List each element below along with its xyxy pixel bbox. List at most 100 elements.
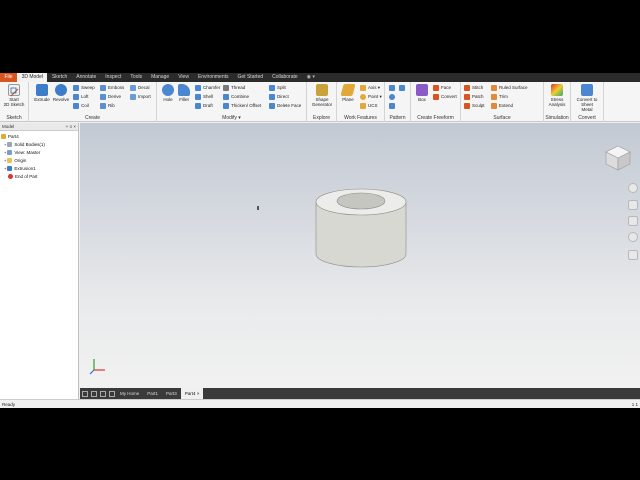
shell-button[interactable]: Shell (195, 92, 213, 101)
tab-3d-model[interactable]: 3D Model (17, 73, 48, 82)
ucs-button[interactable]: UCS (360, 101, 378, 110)
stress-analysis-button[interactable]: Stress Analysis (546, 84, 568, 107)
rib-icon (100, 102, 106, 109)
tile-icon[interactable] (81, 390, 88, 397)
direct-button[interactable]: Direct (269, 92, 289, 101)
doc-tab-my-home[interactable]: My Home (116, 388, 143, 399)
start-sketch-label: Start 2D Sketch (3, 97, 25, 107)
viewcube[interactable] (603, 143, 633, 173)
tab-tools[interactable]: Tools (126, 73, 147, 82)
delete-face-button[interactable]: Delete Face (269, 101, 301, 110)
extrude-icon (36, 84, 48, 96)
tree-item-view[interactable]: + View: Master (1, 148, 78, 156)
draft-button[interactable]: Draft (195, 101, 213, 110)
fillet-button[interactable]: Fillet (173, 84, 195, 102)
tab-environments[interactable]: Environments (193, 73, 233, 82)
tab-get-started[interactable]: Get Started (233, 73, 268, 82)
look-at-icon[interactable] (628, 250, 638, 260)
ucs-label: UCS (368, 103, 378, 108)
import-icon (130, 93, 136, 100)
expand-icon[interactable]: + (4, 142, 6, 147)
ribbon-options-icon[interactable]: ◉ ▾ (302, 73, 319, 82)
split-button[interactable]: Split (269, 83, 286, 92)
part-3d-model[interactable] (310, 188, 410, 273)
ribbon: Start 2D Sketch Sketch Extrude Revolve S… (0, 82, 640, 122)
tab-manage[interactable]: Manage (147, 73, 174, 82)
convert-freeform-button[interactable]: Convert (433, 92, 457, 101)
mirror-button[interactable] (399, 83, 407, 92)
circular-pattern-button[interactable] (389, 92, 397, 101)
tab-sketch[interactable]: Sketch (47, 73, 71, 82)
thread-icon (223, 84, 229, 91)
expand-icon[interactable]: + (4, 158, 6, 163)
direct-label: Direct (277, 94, 289, 99)
thread-button[interactable]: Thread (223, 83, 245, 92)
tree-item-label: End of Part (15, 173, 38, 179)
tree-item-part4[interactable]: Part4 (1, 132, 78, 140)
graphics-viewport[interactable] (80, 123, 640, 388)
close-icon[interactable]: × (197, 391, 200, 396)
derive-button[interactable]: Derive (100, 92, 121, 101)
tree-item-extrusion1[interactable]: + Extrusion1 (1, 164, 78, 172)
tab-inspect[interactable]: Inspect (101, 73, 126, 82)
shape-generator-button[interactable]: Shape Generator (311, 84, 333, 107)
combine-icon (223, 93, 229, 100)
combine-button[interactable]: Combine (223, 92, 249, 101)
sculpt-button[interactable]: Sculpt (464, 101, 485, 110)
sweep-button[interactable]: Sweep (73, 83, 95, 92)
cascade-icon[interactable] (90, 390, 97, 397)
browser-header-controls[interactable]: + ≡ × (66, 124, 76, 129)
delete-face-icon (269, 102, 275, 109)
loft-button[interactable]: Loft (73, 92, 89, 101)
patch-label: Patch (472, 94, 484, 99)
emboss-button[interactable]: Emboss (100, 83, 124, 92)
extrusion-icon (7, 165, 13, 171)
sculpt-label: Sculpt (472, 103, 485, 108)
import-button[interactable]: Import (130, 92, 151, 101)
doc-tab-part4[interactable]: Part4 × (180, 388, 204, 399)
coil-button[interactable]: Coil (73, 101, 89, 110)
stitch-button[interactable]: Stitch (464, 83, 483, 92)
tree-item-origin[interactable]: + Origin (1, 156, 78, 164)
expand-icon[interactable]: + (4, 166, 6, 171)
shape-generator-icon (316, 84, 328, 96)
mirror-icon (399, 84, 405, 91)
extend-button[interactable]: Extend (491, 101, 513, 110)
tab-collaborate[interactable]: Collaborate (268, 73, 303, 82)
chamfer-button[interactable]: Chamfer (195, 83, 220, 92)
ruled-surface-button[interactable]: Ruled Surface (491, 83, 528, 92)
tab-view[interactable]: View (174, 73, 194, 82)
panel-modify-label[interactable]: Modify ▾ (157, 115, 306, 122)
tree-item-solid-bodies[interactable]: + Solid Bodies(1) (1, 140, 78, 148)
start-sketch-button[interactable]: Start 2D Sketch (3, 84, 25, 107)
orbit-icon[interactable] (628, 232, 638, 242)
rectangular-pattern-button[interactable] (389, 83, 397, 92)
box-button[interactable]: Box (411, 84, 433, 102)
loft-icon (73, 93, 79, 100)
expand-icon[interactable]: + (4, 150, 6, 155)
pan-icon[interactable] (628, 200, 638, 210)
revolve-button[interactable]: Revolve (50, 84, 72, 102)
shell-icon (195, 93, 201, 100)
point-button[interactable]: Point ▾ (360, 92, 382, 101)
tab-file[interactable]: File (0, 73, 18, 82)
doc-tab-part1[interactable]: Part1 (143, 388, 162, 399)
steering-wheel-icon[interactable] (628, 183, 638, 193)
decal-button[interactable]: Decal (130, 83, 150, 92)
trim-button[interactable]: Trim (491, 92, 508, 101)
axis-button[interactable]: Axis ▾ (360, 83, 380, 92)
tree-item-end-of-part[interactable]: End of Part (1, 172, 78, 180)
tab-annotate[interactable]: Annotate (72, 73, 101, 82)
convert-to-sheet-metal-button[interactable]: Convert to Sheet Metal (576, 84, 598, 112)
zoom-icon[interactable] (628, 216, 638, 226)
face-button[interactable]: Face (433, 83, 451, 92)
plane-button[interactable]: Plane (337, 84, 359, 102)
arrange-icon[interactable] (99, 390, 106, 397)
thicken-offset-button[interactable]: Thicken/ Offset (223, 101, 261, 110)
document-menu-icon[interactable] (108, 390, 115, 397)
patch-button[interactable]: Patch (464, 92, 484, 101)
panel-convert: Convert to Sheet Metal Convert (571, 82, 604, 122)
doc-tab-part3[interactable]: Part3 (162, 388, 181, 399)
rib-button[interactable]: Rib (100, 101, 115, 110)
sketch-pattern-button[interactable] (389, 101, 397, 110)
